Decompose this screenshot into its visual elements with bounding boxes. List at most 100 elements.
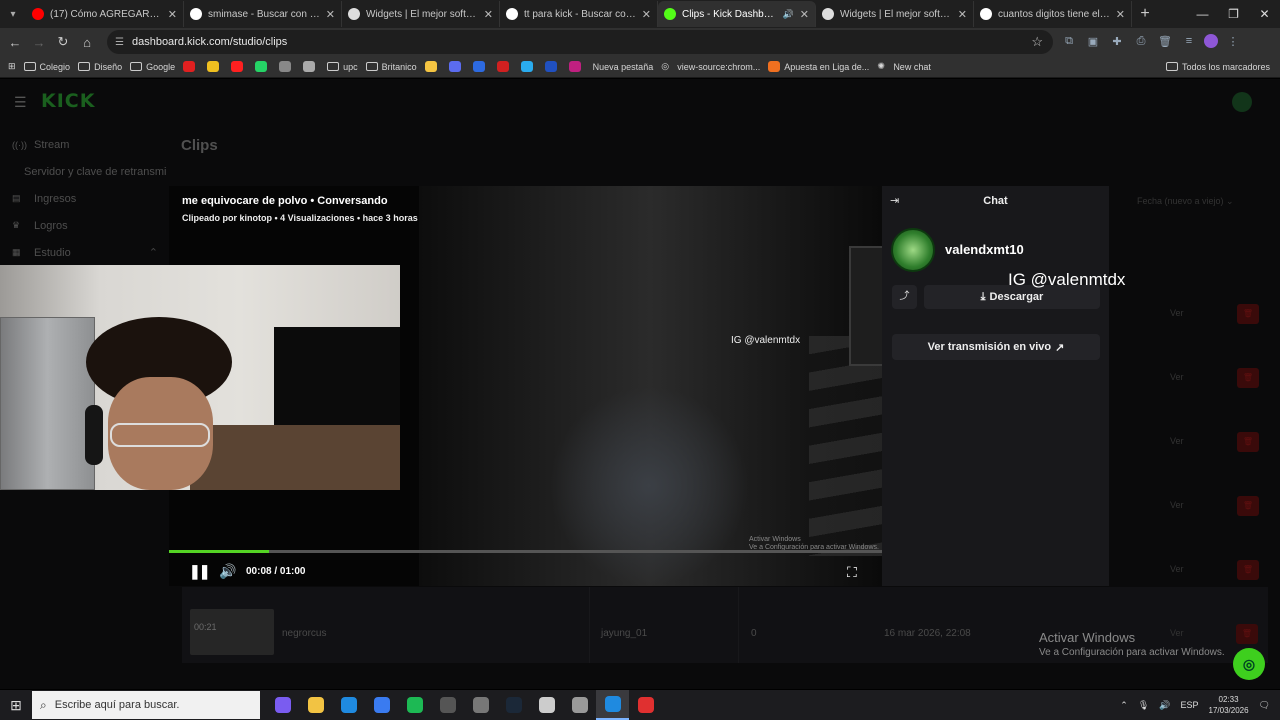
home-button[interactable]: ⌂ [75,35,99,50]
reload-button[interactable]: ↻ [51,34,75,50]
all-bookmarks[interactable]: Todos los marcadores [1165,62,1270,72]
bookmark-item[interactable]: Diseño [78,62,122,72]
tab-close-icon[interactable]: ✕ [484,8,493,21]
bookmark-item[interactable] [183,61,199,72]
copilot-icon[interactable] [266,690,299,720]
language-indicator[interactable]: ESP [1181,700,1199,710]
delete-clip-button[interactable]: 🗑 [1237,560,1259,580]
tray-chevron-icon[interactable]: ⌃ [1120,700,1128,711]
view-clip-button[interactable]: Ver [1170,308,1184,318]
kick-logo[interactable]: KICK [41,90,95,112]
channel-avatar[interactable] [891,228,935,272]
delete-clip-button[interactable]: 🗑 [1237,368,1259,388]
tab-audio-icon[interactable]: 🔊 [783,9,794,20]
forward-button[interactable]: → [27,35,51,50]
reading-list-icon[interactable]: ≡ [1180,32,1198,50]
tab-close-icon[interactable]: ✕ [958,8,967,21]
app-icon-2[interactable] [464,690,497,720]
fullscreen-icon[interactable]: ⛶ [847,564,857,581]
profile-avatar[interactable] [1204,34,1218,48]
bookmark-item[interactable]: ✺ New chat [877,61,931,72]
progress-bar[interactable] [169,550,882,553]
bookmark-item[interactable]: Nueva pestaña [593,62,654,72]
sidebar-item[interactable]: ▦ Estudio ⌃ [0,239,170,266]
browser-tab[interactable]: cuantos digitos tiene el cci - Bu ✕ [974,1,1132,27]
bookmark-item[interactable]: Google [130,62,175,72]
browser-tab[interactable]: Widgets | El mejor software pa ✕ [342,1,500,27]
chrome-profile-icon[interactable] [596,690,629,720]
chevron-up-icon[interactable]: ⌃ [149,246,158,259]
bookmark-item[interactable]: Britanico [365,62,417,72]
restore-button[interactable]: ❐ [1218,0,1249,28]
user-avatar[interactable] [1232,92,1252,112]
browser-tab[interactable]: (17) Cómo AGREGAR el CHAT d ✕ [26,1,184,27]
trash-icon[interactable]: 🗑 [1156,32,1174,50]
tab-close-icon[interactable]: ✕ [642,8,651,21]
print-icon[interactable]: ⎙ [1132,32,1150,50]
tab-close-icon[interactable]: ✕ [168,8,177,21]
bookmark-item[interactable] [207,61,223,72]
store-icon[interactable] [365,690,398,720]
new-tab-button[interactable]: + [1132,5,1158,23]
bookmark-item[interactable] [279,61,295,72]
bookmark-item[interactable]: upc [327,62,358,72]
bookmark-item[interactable] [303,61,319,72]
clip-thumbnail[interactable] [190,609,274,655]
spotify-icon[interactable] [398,690,431,720]
site-info-icon[interactable]: ☰ [115,37,124,48]
delete-clip-button[interactable]: 🗑 [1237,432,1259,452]
explorer-icon[interactable] [299,690,332,720]
bookmark-item[interactable] [472,61,489,72]
bookmark-item[interactable] [568,61,585,72]
bookmark-star-icon[interactable]: ☆ [1031,34,1043,50]
apps-grid-icon[interactable]: ⊞ [8,61,16,72]
hamburger-menu-icon[interactable]: ☰ [14,94,27,111]
files-icon[interactable] [563,690,596,720]
bookmark-item[interactable] [231,61,247,72]
bookmark-item[interactable] [496,61,513,72]
taskbar-search[interactable]: ⌕ Escribe aquí para buscar. [32,691,260,719]
windows-start-icon[interactable]: ⊞ [0,690,32,720]
browser-tab[interactable]: tt para kick - Buscar con Googl ✕ [500,1,658,27]
sidebar-item[interactable]: ♛ Logros [0,212,170,239]
minimize-button[interactable]: — [1187,0,1218,28]
channel-username[interactable]: valendxmt10 [945,242,1024,257]
bookmark-item[interactable]: Colegio [23,62,70,72]
sidebar-item[interactable]: ▤ Ingresos [0,185,170,212]
view-clip-button[interactable]: Ver [1170,564,1184,574]
tab-capture-icon[interactable]: ▣ [1084,32,1102,50]
bookmark-item[interactable] [255,61,271,72]
back-button[interactable]: ← [3,35,27,50]
url-field[interactable]: ☰ dashboard.kick.com/studio/clips ☆ [107,30,1053,54]
bookmark-item[interactable]: ◎ view-source:chrom... [661,61,760,72]
sidebar-item[interactable]: Servidor y clave de retransmi [0,158,170,185]
clock[interactable]: 02:33 17/03/2026 [1209,694,1249,716]
bookmark-item[interactable] [424,61,441,72]
pause-icon[interactable]: ❚❚ [189,563,211,580]
share-icon[interactable]: ⤴ [892,285,917,309]
sort-select[interactable]: Fecha (nuevo a viejo) ⌄ [1137,196,1234,207]
steam-icon[interactable] [497,690,530,720]
bookmark-item[interactable]: Apuesta en Liga de... [768,61,869,72]
tab-close-icon[interactable]: ✕ [326,8,335,21]
microphone-icon[interactable]: 🎙 [1138,700,1149,711]
tab-close-icon[interactable]: ✕ [1116,8,1125,21]
support-chat-icon[interactable]: ◎ [1233,648,1265,680]
bookmark-item[interactable] [520,61,537,72]
translate-icon[interactable]: ⧉ [1060,32,1078,50]
tab-search-button[interactable]: ▾ [0,0,26,28]
delete-clip-button[interactable]: 🗑 [1236,624,1258,644]
view-clip-button[interactable]: Ver [1170,372,1184,382]
browser-tab[interactable]: Widgets | El mejor software pa ✕ [816,1,974,27]
settings-icon[interactable] [530,690,563,720]
notifications-icon[interactable]: 🗨 [1259,700,1270,711]
tab-close-icon[interactable]: ✕ [800,8,809,21]
app-icon[interactable] [431,690,464,720]
view-clip-button[interactable]: Ver [1170,500,1184,510]
delete-clip-button[interactable]: 🗑 [1237,496,1259,516]
volume-tray-icon[interactable]: 🔊 [1159,700,1170,711]
bookmark-item[interactable] [448,61,465,72]
close-window-button[interactable]: ✕ [1249,0,1280,28]
sidebar-item[interactable]: ((·)) Stream [0,131,170,158]
view-clip-button[interactable]: Ver [1170,436,1184,446]
